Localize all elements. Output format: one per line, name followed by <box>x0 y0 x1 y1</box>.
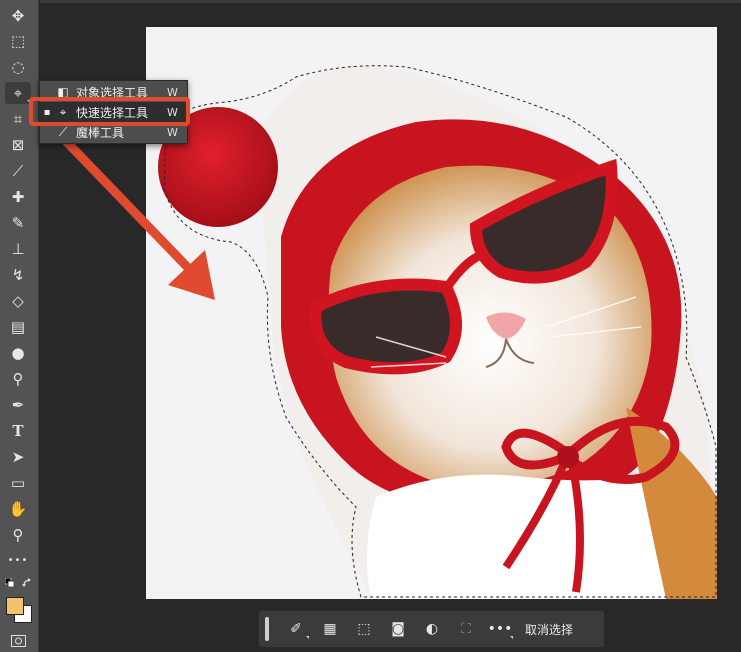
mask-icon[interactable]: ◙ <box>381 616 415 642</box>
fill-selection-icon[interactable]: ⛶ <box>449 616 483 642</box>
dodge-tool-icon[interactable]: ⚲ <box>5 368 31 390</box>
quick-selection-glyph: ⌖ <box>13 83 23 102</box>
options-bar-edge <box>40 0 741 3</box>
type-tool-icon[interactable]: T <box>5 420 31 442</box>
cat-photo <box>158 65 717 599</box>
drag-handle[interactable] <box>265 617 269 641</box>
magic-wand-icon: ⟋ <box>58 124 68 139</box>
zoom-tool-icon[interactable]: ⚲ <box>5 524 31 546</box>
gradient-tool-icon[interactable]: ▤ <box>5 316 31 338</box>
quick-mask-icon[interactable] <box>11 635 26 647</box>
healing-brush-tool-icon[interactable]: ✚ <box>5 186 31 208</box>
marquee-tool-icon[interactable]: ⬚ <box>5 30 31 52</box>
quick-selection-tool-icon[interactable]: ⌖ <box>5 82 31 104</box>
document-canvas[interactable] <box>146 27 717 599</box>
history-brush-tool-icon[interactable]: ↯ <box>5 264 31 286</box>
swap-colors-icon[interactable] <box>22 578 33 589</box>
transform-selection-icon[interactable]: ⬚ <box>347 616 381 642</box>
contextual-task-bar: ✐ ▦ ⬚ ◙ ◐ ⛶ ••• 取消选择 <box>258 610 605 648</box>
deselect-button[interactable]: 取消选择 <box>517 621 573 638</box>
select-subject-icon[interactable]: ▦ <box>313 616 347 642</box>
rectangle-tool-icon[interactable]: ▭ <box>5 472 31 494</box>
path-selection-tool-icon[interactable]: ➤ <box>5 446 31 468</box>
default-colors-icon[interactable] <box>5 578 14 587</box>
eyedropper-tool-icon[interactable]: ⟋ <box>5 160 31 182</box>
flyout-item-label: 魔棒工具 <box>76 125 125 140</box>
foreground-color-swatch[interactable] <box>6 597 24 615</box>
move-tool-icon[interactable]: ✥ <box>5 5 31 27</box>
eraser-tool-icon[interactable]: ◇ <box>5 290 31 312</box>
annotation-arrow-icon <box>55 130 215 300</box>
crop-tool-icon[interactable]: ⌗ <box>5 108 31 130</box>
brush-tool-icon[interactable]: ✎ <box>5 212 31 234</box>
lasso-tool-icon[interactable]: ◌ <box>5 56 31 78</box>
frame-tool-icon[interactable]: ⊠ <box>5 134 31 156</box>
blur-tool-icon[interactable]: ● <box>5 342 31 364</box>
more-options-icon[interactable]: ••• <box>483 616 517 642</box>
pen-tool-icon[interactable]: ✒ <box>5 394 31 416</box>
more-options-glyph: ••• <box>487 621 513 637</box>
stamp-tool-icon[interactable]: ⊥ <box>5 238 31 260</box>
more-tools-icon[interactable]: ••• <box>5 550 31 572</box>
select-subject-brush-icon[interactable]: ✐ <box>279 616 313 642</box>
annotation-highlight-box <box>29 97 190 126</box>
hand-tool-icon[interactable]: ✋ <box>5 498 31 520</box>
flyout-item-shortcut: W <box>167 125 178 139</box>
adjustment-layer-icon[interactable]: ◐ <box>415 616 449 642</box>
